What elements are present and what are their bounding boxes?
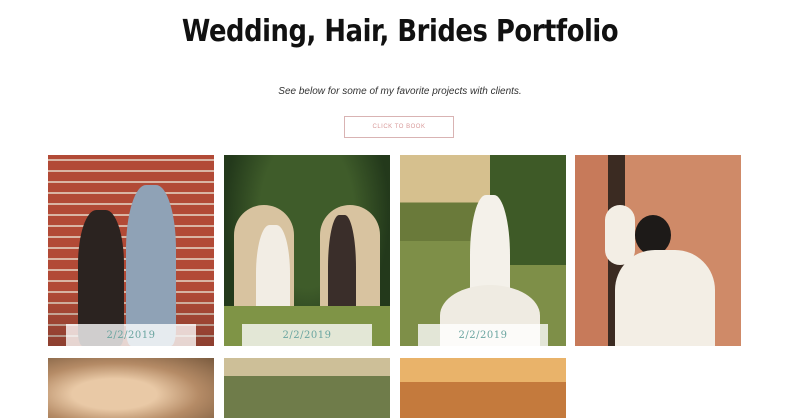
tile-date: 2/2/2019	[418, 324, 548, 346]
portfolio-photo	[575, 155, 741, 346]
portfolio-tile-7[interactable]	[400, 358, 566, 418]
portfolio-photo	[400, 155, 566, 346]
tile-date: 2/2/2019	[66, 324, 196, 346]
portfolio-tile-6[interactable]	[224, 358, 390, 418]
page-subtitle: See below for some of my favorite projec…	[278, 86, 522, 97]
portfolio-photo	[48, 358, 214, 418]
portfolio-photo	[400, 358, 566, 418]
portfolio-photo	[224, 358, 390, 418]
portfolio-tile-3[interactable]: 2/2/2019	[400, 155, 566, 346]
portfolio-tile-1[interactable]: 2/2/2019	[48, 155, 214, 346]
portfolio-photo	[48, 155, 214, 346]
tile-date: 2/2/2019	[242, 324, 372, 346]
portfolio-tile-5[interactable]	[48, 358, 214, 418]
portfolio-photo	[224, 155, 390, 346]
portfolio-tile-2[interactable]: 2/2/2019	[224, 155, 390, 346]
book-button[interactable]: CLICK TO BOOK	[344, 116, 454, 138]
portfolio-tile-4[interactable]	[575, 155, 741, 346]
page-title: Wedding, Hair, Brides Portfolio	[181, 14, 619, 49]
